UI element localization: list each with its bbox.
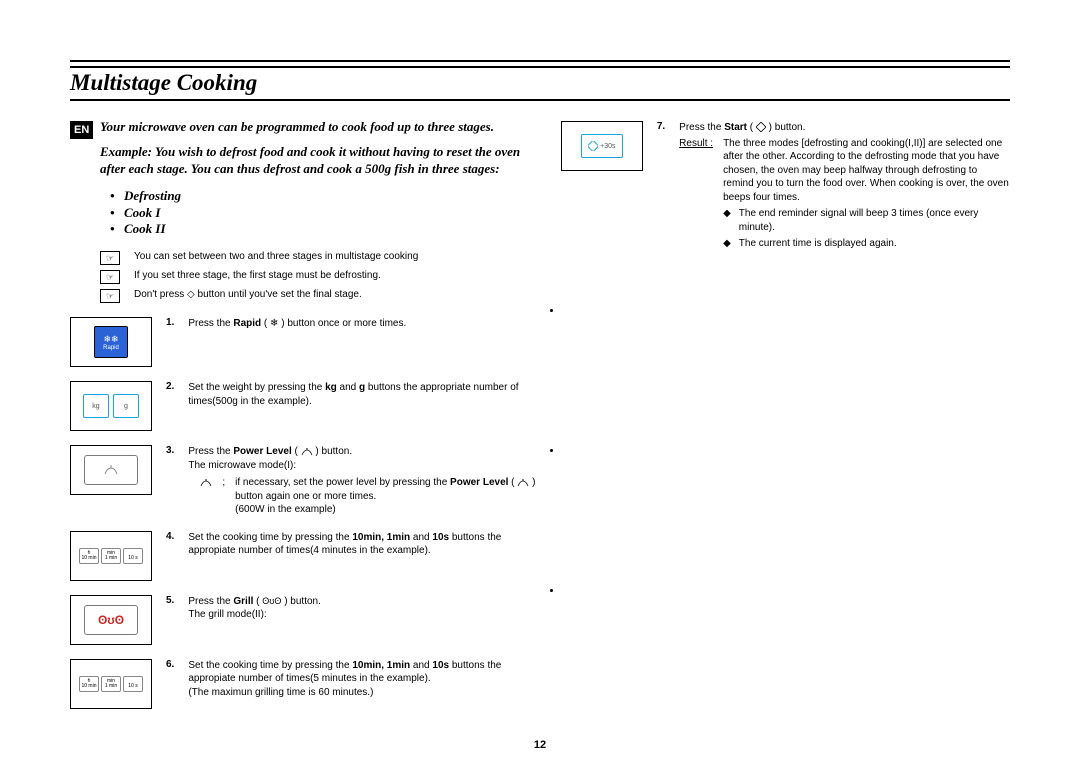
step-number: 1.: [166, 317, 174, 328]
step-number: 2.: [166, 381, 174, 392]
time-button-icon: h10 min: [79, 548, 99, 564]
rapid-button-icon: ❄❄ Rapid: [94, 326, 128, 358]
stage-item: Cook II: [110, 221, 543, 238]
step7-text: Press the Start ( ) button. Result : The…: [679, 121, 1010, 251]
step5-figure: ʘʊʘ: [70, 595, 152, 645]
diamond-bullet-icon: ◆: [723, 207, 731, 234]
step4-text: Set the cooking time by pressing the 10m…: [188, 531, 542, 558]
step4-figure: h10 min min1 min 10 s: [70, 531, 152, 581]
step3-figure: [70, 445, 152, 495]
step1-text: Press the Rapid ( ❄ ) button once or mor…: [188, 317, 406, 331]
start-button-icon: +30s: [581, 134, 623, 158]
step-number: 6.: [166, 659, 174, 670]
step-number: 3.: [166, 445, 174, 456]
grill-icon: ʘʊʘ: [262, 596, 281, 606]
grill-screen-icon: ʘʊʘ: [84, 605, 138, 635]
power-icon: [301, 447, 313, 457]
time-button-icon: min1 min: [101, 676, 121, 692]
example-text: Example: You wish to defrost food and co…: [100, 144, 543, 178]
pointer-icon: ☞: [100, 251, 120, 265]
language-badge: EN: [70, 121, 93, 139]
bullet-text: The end reminder signal will beep 3 time…: [739, 207, 1010, 234]
step6-figure: h10 min min1 min 10 s: [70, 659, 152, 709]
pointer-icon: ☞: [100, 289, 120, 303]
step6-text: Set the cooking time by pressing the 10m…: [188, 659, 542, 700]
step-number: 7.: [657, 121, 665, 132]
step2-figure: kg g: [70, 381, 152, 431]
time-button-icon: 10 s: [123, 676, 143, 692]
stage-item: Cook I: [110, 205, 543, 222]
time-button-icon: min1 min: [101, 548, 121, 564]
power-icon: [200, 478, 212, 488]
step-number: 4.: [166, 531, 174, 542]
stage-list: Defrosting Cook I Cook II: [110, 188, 543, 239]
page-title: Multistage Cooking: [70, 68, 1010, 99]
time-button-icon: h10 min: [79, 676, 99, 692]
pointer-icon: ☞: [100, 270, 120, 284]
bullet-text: The current time is displayed again.: [739, 237, 897, 251]
stage-item: Defrosting: [110, 188, 543, 205]
step5-text: Press the Grill ( ʘʊʘ ) button. The gril…: [188, 595, 321, 622]
power-icon: [517, 478, 529, 488]
result-text: The three modes [defrosting and cooking(…: [723, 138, 1009, 203]
note-text: You can set between two and three stages…: [134, 250, 418, 263]
result-label: Result :: [679, 137, 713, 251]
note-text: If you set three stage, the first stage …: [134, 269, 381, 282]
kg-button-icon: kg: [83, 394, 109, 418]
diamond-bullet-icon: ◆: [723, 237, 731, 251]
step3-text: Press the Power Level ( ) button. The mi…: [188, 445, 542, 517]
time-button-icon: 10 s: [123, 548, 143, 564]
page-number: 12: [70, 739, 1010, 751]
step2-text: Set the weight by pressing the kg and g …: [188, 381, 542, 408]
g-button-icon: g: [113, 394, 139, 418]
step1-figure: ❄❄ Rapid: [70, 317, 152, 367]
start-icon: [756, 122, 766, 132]
step7-figure: +30s: [561, 121, 643, 171]
step-number: 5.: [166, 595, 174, 606]
intro-text: Your microwave oven can be programmed to…: [100, 119, 543, 136]
power-screen-icon: [84, 455, 138, 485]
note-text: Don't press ◇ button until you've set th…: [134, 288, 362, 301]
